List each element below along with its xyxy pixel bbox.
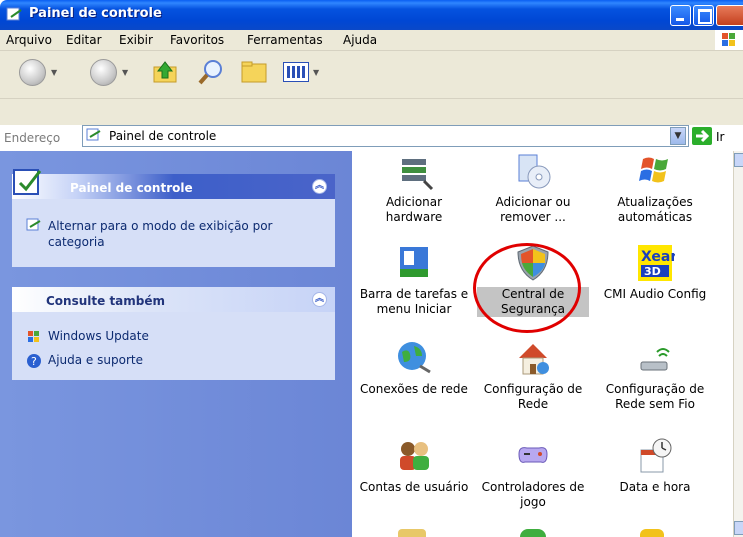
forward-arrow-icon[interactable] [90,59,117,86]
windows-update-link[interactable]: Windows Update [26,329,316,345]
item-label: Configuração de Rede sem Fio [605,382,705,411]
svg-text:3D: 3D [644,265,661,278]
maximize-button[interactable] [693,5,714,26]
panel-header[interactable]: Consulte também ︽ [12,287,335,312]
folders-icon[interactable] [239,58,269,86]
date-time-icon [640,438,672,473]
partial-item-icon [520,529,546,537]
menu-editar[interactable]: Editar [66,33,102,47]
close-button[interactable] [716,5,743,26]
folder-up-icon[interactable] [151,58,179,86]
control-panel-icon [6,7,22,21]
partial-item-icon [398,529,426,537]
svg-text:Xear: Xear [641,249,675,265]
scroll-up-button[interactable] [734,153,743,167]
item-label: CMI Audio Config [603,287,707,301]
go-arrow-icon[interactable] [692,127,712,145]
wireless-network-setup-icon [640,348,670,371]
user-accounts-item[interactable]: Contas de usuário [358,436,470,495]
svg-text:?: ? [31,355,37,368]
control-panel-icon [13,169,42,195]
panel-title: Consulte também [46,294,166,308]
search-icon[interactable] [196,57,226,87]
minimize-button[interactable] [670,5,691,26]
panel-title: Painel de controle [70,181,193,195]
back-dropdown-icon[interactable]: ▼ [51,68,57,77]
title-bar[interactable]: Painel de controle [0,0,743,30]
control-panel-window: Painel de controle Arquivo Editar Exibir… [0,0,743,537]
menu-exibir[interactable]: Exibir [119,33,153,47]
address-dropdown-button[interactable]: ▼ [670,127,686,145]
automatic-updates-icon [639,157,668,183]
menu-ferramentas[interactable]: Ferramentas [247,33,323,47]
taskbar-start-menu-item[interactable]: Barra de tarefas e menu Iniciar [358,243,470,317]
item-label: Contas de usuário [359,480,469,494]
windows-update-icon [28,331,39,342]
toolbar: ▼ ▼ ▼ [0,51,743,125]
game-controllers-item[interactable]: Controladores de jogo [477,436,589,510]
switch-category-view-label: Alternar para o modo de exibição por cat… [48,219,273,249]
item-label: Conexões de rede [360,382,468,396]
switch-category-view-link[interactable]: Alternar para o modo de exibição por cat… [26,218,326,254]
item-label: Adicionar hardware [385,195,443,224]
highlight-circle [473,243,581,333]
user-accounts-icon [400,442,429,470]
date-time-item[interactable]: Data e hora [599,436,711,495]
back-arrow-icon[interactable] [19,59,46,86]
help-support-label: Ajuda e suporte [48,353,143,367]
control-panel-icon [26,218,41,231]
menu-favoritos[interactable]: Favoritos [170,33,224,47]
add-remove-programs-icon [518,154,551,189]
item-label: Configuração de Rede [483,382,583,411]
views-dropdown-icon[interactable]: ▼ [313,68,319,77]
windows-logo-icon [715,30,743,50]
go-label[interactable]: Ir [716,130,724,144]
network-connections-icon [398,342,431,374]
toolbar-divider [0,98,743,99]
cmi-audio-config-item[interactable]: Xear 3D CMI Audio Config [599,243,711,302]
add-hardware-icon [402,159,434,191]
item-label: Data e hora [619,480,691,494]
network-connections-item[interactable]: Conexões de rede [358,338,470,397]
wireless-network-setup-item[interactable]: Configuração de Rede sem Fio [599,338,711,412]
help-support-link[interactable]: ? Ajuda e suporte [26,353,316,369]
item-label: Barra de tarefas e menu Iniciar [359,287,469,316]
network-setup-item[interactable]: Configuração de Rede [477,338,589,412]
collapse-chevron-icon[interactable]: ︽ [312,292,327,307]
taskbar-start-menu-icon [400,247,428,277]
add-remove-programs-item[interactable]: Adicionar ou remover ... [477,151,589,225]
panel-header[interactable]: Painel de controle ︽ [12,169,335,199]
window-title: Painel de controle [29,6,162,21]
task-pane: Painel de controle ︽ Alternar para o mod… [0,151,352,537]
forward-dropdown-icon[interactable]: ▼ [122,68,128,77]
add-hardware-item[interactable]: Adicionar hardware [358,151,470,225]
item-label: Controladores de jogo [481,480,585,509]
menu-bar: Arquivo Editar Exibir Favoritos Ferramen… [0,30,743,51]
address-field[interactable]: Painel de controle [82,125,689,147]
menu-ajuda[interactable]: Ajuda [343,33,377,47]
item-label: Adicionar ou remover ... [495,195,571,224]
control-panel-icon [86,128,101,141]
game-controllers-icon [518,447,548,463]
views-icon[interactable] [283,62,309,82]
windows-update-label: Windows Update [48,329,149,343]
item-label: Atualizações automáticas [617,195,693,224]
scroll-down-button[interactable] [734,521,743,535]
control-panel-task-panel: Painel de controle ︽ Alternar para o mod… [12,169,335,267]
see-also-panel: Consulte também ︽ Windows Update ? Ajuda… [12,287,335,380]
address-label: Endereço [4,131,61,145]
address-value: Painel de controle [109,129,217,143]
partial-item-icon [640,529,664,537]
collapse-chevron-icon[interactable]: ︽ [312,179,327,194]
vertical-scrollbar[interactable] [733,151,743,537]
automatic-updates-item[interactable]: Atualizações automáticas [599,151,711,225]
menu-arquivo[interactable]: Arquivo [6,33,52,47]
help-icon: ? [27,354,41,368]
network-setup-icon [519,344,549,375]
cmi-audio-icon: Xear 3D [638,245,675,281]
